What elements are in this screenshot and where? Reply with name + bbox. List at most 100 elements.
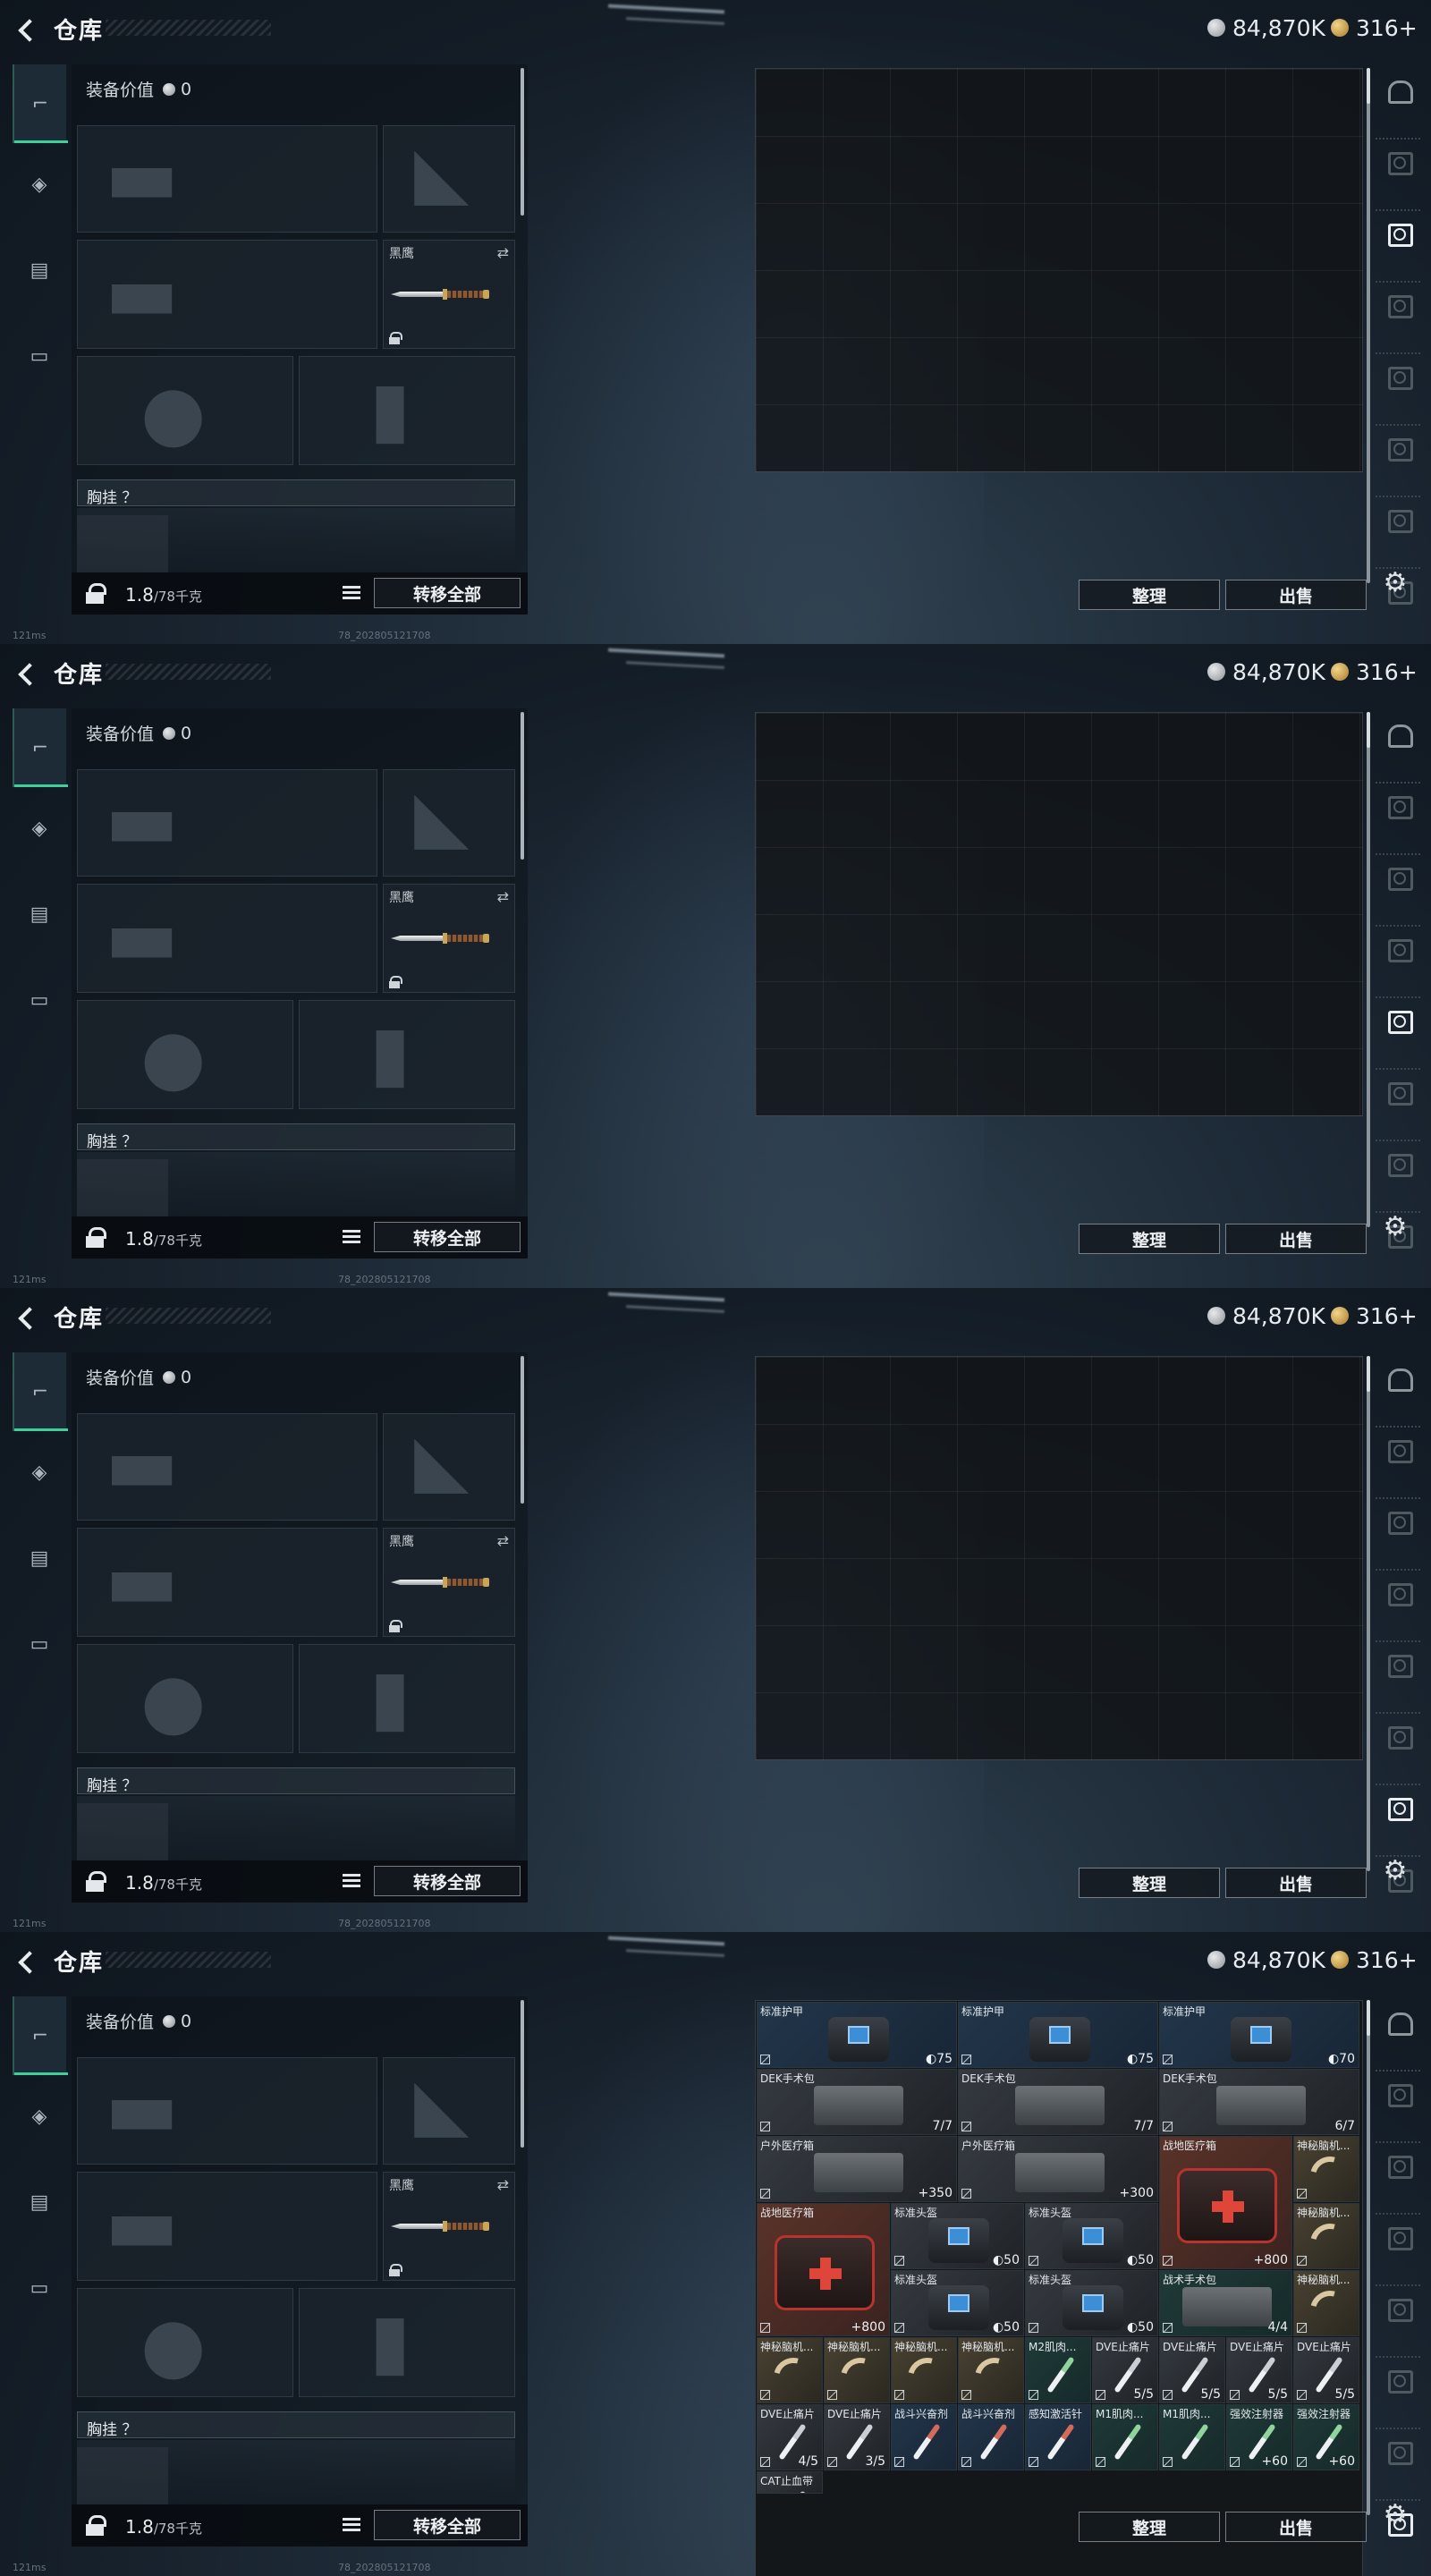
back-arrow-icon[interactable] — [14, 16, 39, 41]
tab-case[interactable]: ▭ — [13, 961, 66, 1039]
inventory-item[interactable]: 户外医疗箱 +350 — [757, 2136, 957, 2202]
inventory-item[interactable]: 神秘脑机... — [1293, 2203, 1359, 2269]
inventory-item[interactable]: 户外医疗箱 +300 — [958, 2136, 1158, 2202]
storage-tab-icon-6[interactable] — [1379, 499, 1420, 540]
storage-scrollbar-thumb[interactable] — [1367, 712, 1370, 748]
sort-button[interactable]: 整理 — [1079, 1868, 1220, 1898]
storage-tab-icon-4[interactable] — [1379, 356, 1420, 397]
inventory-item[interactable]: 强效注射器 +60 — [1226, 2404, 1292, 2470]
melee-slot[interactable]: 黑鹰 ⇄ — [383, 884, 515, 993]
transfer-all-button[interactable]: 转移全部 — [374, 2510, 521, 2540]
storage-grid[interactable] — [755, 68, 1363, 472]
lock-icon[interactable] — [86, 2515, 106, 2537]
list-icon[interactable] — [343, 586, 360, 600]
swap-icon[interactable]: ⇄ — [497, 244, 509, 261]
storage-tab-icon-1[interactable] — [1379, 141, 1420, 182]
inventory-item[interactable]: 神秘脑机... — [824, 2337, 890, 2403]
storage-tab-icon-1[interactable] — [1379, 1429, 1420, 1470]
storage-scrollbar[interactable] — [1367, 712, 1370, 1227]
storage-scrollbar-thumb[interactable] — [1367, 1356, 1370, 1392]
transfer-all-button[interactable]: 转移全部 — [374, 1222, 521, 1252]
pistol-slot[interactable]: ◣ — [383, 1413, 515, 1521]
transfer-all-button[interactable]: 转移全部 — [374, 578, 521, 608]
tab-weapons[interactable]: ⌐ — [13, 1996, 68, 2075]
primary-weapon-slot[interactable]: ▬ — [77, 125, 377, 233]
secondary-weapon-slot[interactable]: ▬ — [77, 240, 377, 349]
secondary-weapon-slot[interactable]: ▬ — [77, 884, 377, 993]
chest-rig-slot[interactable] — [77, 515, 168, 572]
gold-currency[interactable]: 316+ — [1331, 658, 1418, 685]
primary-weapon-slot[interactable]: ▬ — [77, 2057, 377, 2165]
inventory-item[interactable]: 标准头盔 ◐50 — [891, 2270, 1024, 2336]
inventory-item[interactable]: CAT止血带 — [757, 2471, 823, 2494]
secondary-weapon-slot[interactable]: ▬ — [77, 2172, 377, 2281]
melee-slot[interactable]: 黑鹰 ⇄ — [383, 1528, 515, 1637]
inventory-item[interactable]: DVE止痛片 3/5 — [824, 2404, 890, 2470]
chest-rig-header[interactable]: 胸挂 ？ — [77, 2411, 515, 2439]
inventory-item[interactable]: 标准护甲 ◐75 — [757, 2002, 957, 2068]
list-icon[interactable] — [343, 2518, 360, 2532]
tab-weapons[interactable]: ⌐ — [13, 1352, 68, 1431]
sell-button[interactable]: 出售 — [1225, 2512, 1367, 2542]
tab-backpack[interactable]: ◈ — [13, 145, 66, 224]
sell-button[interactable]: 出售 — [1225, 1868, 1367, 1898]
storage-tab-icon-5[interactable] — [1379, 2360, 1420, 2401]
storage-tab-icon-2[interactable] — [1379, 1501, 1420, 1542]
storage-tab-icon-6[interactable] — [1379, 1787, 1420, 1828]
safe-box-icon[interactable] — [1379, 1358, 1420, 1399]
inventory-item[interactable]: 标准护甲 ◐70 — [1159, 2002, 1359, 2068]
inventory-item[interactable]: 标准护甲 ◐75 — [958, 2002, 1158, 2068]
storage-scrollbar-thumb[interactable] — [1367, 68, 1370, 104]
tab-backpack[interactable]: ◈ — [13, 2077, 66, 2156]
safe-box-icon[interactable] — [1379, 70, 1420, 111]
tab-vest[interactable]: ▤ — [13, 231, 66, 309]
storage-grid[interactable] — [755, 1356, 1363, 1760]
inventory-item[interactable]: M2肌肉... — [1025, 2337, 1091, 2403]
settings-gear-icon[interactable]: ⚙ — [1381, 2501, 1410, 2529]
helmet-slot[interactable]: ● — [77, 356, 293, 465]
inventory-item[interactable]: 神秘脑机... — [1293, 2270, 1359, 2336]
melee-slot[interactable]: 黑鹰 ⇄ — [383, 240, 515, 349]
tab-weapons[interactable]: ⌐ — [13, 64, 68, 143]
swap-icon[interactable]: ⇄ — [497, 2176, 509, 2193]
tab-case[interactable]: ▭ — [13, 1605, 66, 1683]
storage-tab-icon-6[interactable] — [1379, 2431, 1420, 2472]
storage-tab-icon-5[interactable] — [1379, 1072, 1420, 1113]
chest-rig-header[interactable]: 胸挂 ？ — [77, 479, 515, 507]
storage-grid[interactable] — [755, 712, 1363, 1116]
sort-button[interactable]: 整理 — [1079, 2512, 1220, 2542]
inventory-item[interactable]: M1肌肉... — [1092, 2404, 1158, 2470]
inventory-item[interactable]: 战斗兴奋剂 — [891, 2404, 957, 2470]
primary-weapon-slot[interactable]: ▬ — [77, 1413, 377, 1521]
inventory-item[interactable]: DEK手术包 6/7 — [1159, 2069, 1359, 2135]
safe-box-icon[interactable] — [1379, 714, 1420, 755]
storage-tab-icon-4[interactable] — [1379, 2288, 1420, 2329]
list-icon[interactable] — [343, 1230, 360, 1244]
swap-icon[interactable]: ⇄ — [497, 888, 509, 905]
inventory-item[interactable]: 战斗兴奋剂 — [958, 2404, 1024, 2470]
storage-tab-icon-3[interactable] — [1379, 284, 1420, 326]
equipment-scrollbar[interactable] — [521, 712, 524, 860]
storage-scrollbar[interactable] — [1367, 68, 1370, 583]
inventory-item[interactable]: DVE止痛片 5/5 — [1226, 2337, 1292, 2403]
sell-button[interactable]: 出售 — [1225, 580, 1367, 610]
chest-rig-header[interactable]: 胸挂 ？ — [77, 1767, 515, 1795]
inventory-item[interactable]: DVE止痛片 5/5 — [1293, 2337, 1359, 2403]
pistol-slot[interactable]: ◣ — [383, 769, 515, 877]
storage-tab-icon-1[interactable] — [1379, 2073, 1420, 2114]
armor-slot[interactable]: ▮ — [299, 1000, 515, 1109]
inventory-item[interactable]: 强效注射器 +60 — [1293, 2404, 1359, 2470]
lock-icon[interactable] — [86, 1871, 106, 1893]
equipment-scrollbar[interactable] — [521, 68, 524, 216]
safe-box-icon[interactable] — [1379, 2002, 1420, 2043]
storage-tab-icon-3[interactable] — [1379, 928, 1420, 970]
armor-slot[interactable]: ▮ — [299, 2288, 515, 2397]
tab-weapons[interactable]: ⌐ — [13, 708, 68, 787]
inventory-item[interactable]: 感知激活针 — [1025, 2404, 1091, 2470]
storage-tab-icon-1[interactable] — [1379, 785, 1420, 826]
tab-backpack[interactable]: ◈ — [13, 789, 66, 868]
chest-rig-slot[interactable] — [77, 1803, 168, 1860]
inventory-item[interactable]: 标准头盔 ◐50 — [1025, 2203, 1158, 2269]
pistol-slot[interactable]: ◣ — [383, 2057, 515, 2165]
inventory-item[interactable]: M1肌肉... — [1159, 2404, 1225, 2470]
